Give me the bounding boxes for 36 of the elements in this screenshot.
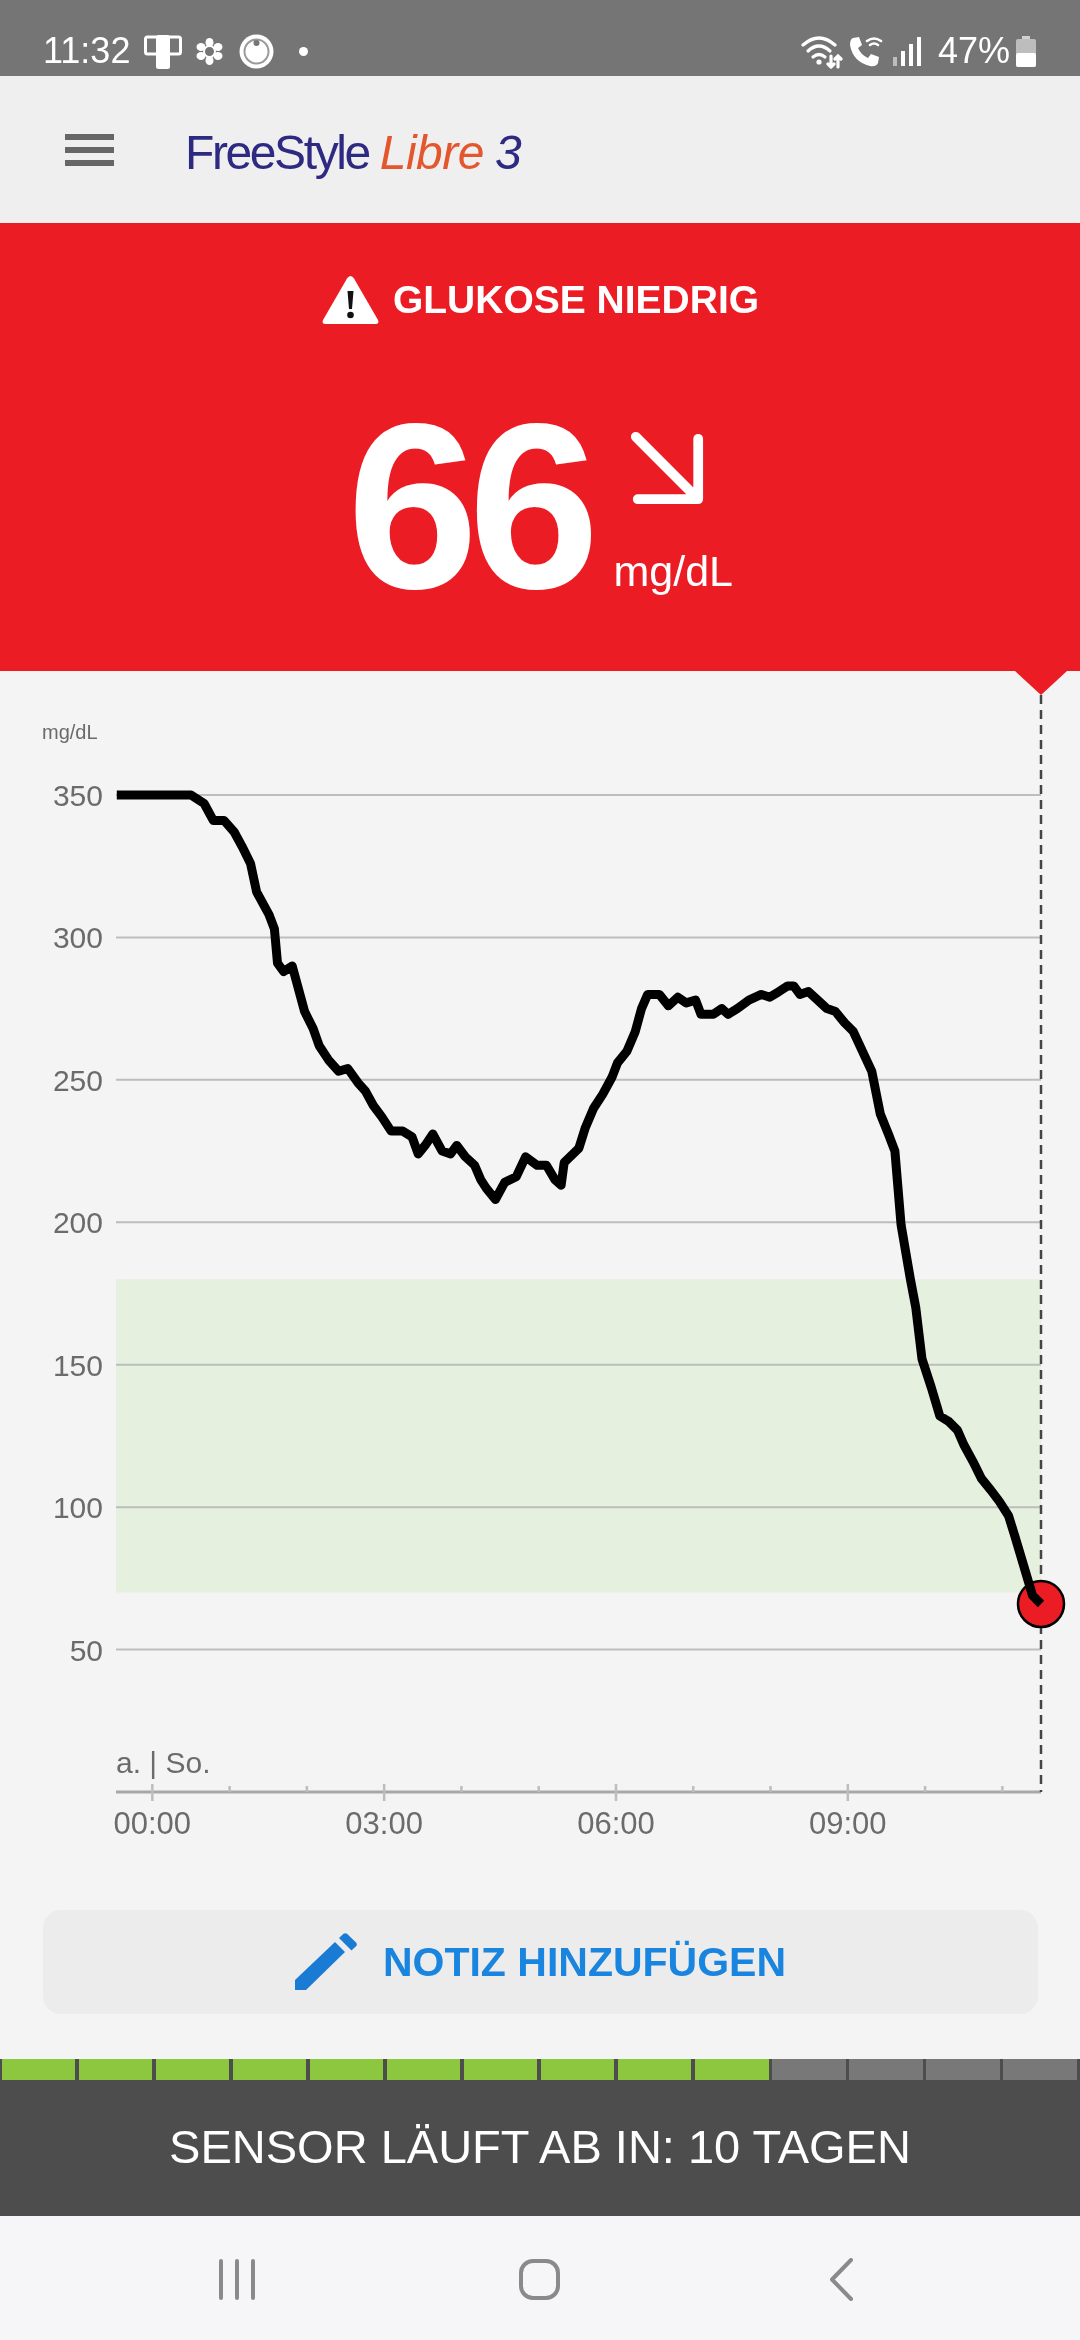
x-axis-label: 06:00 xyxy=(577,1806,655,1841)
alert-title: GLUKOSE NIEDRIG xyxy=(392,277,760,323)
signal-icon xyxy=(891,36,921,66)
add-note-button[interactable]: NOTIZ HINZUFÜGEN xyxy=(43,1910,1038,2014)
x-axis-label: 03:00 xyxy=(345,1806,423,1841)
app-logo: FreeStyle Libre 3 xyxy=(185,124,522,181)
sensor-expiry-text: SENSOR LÄUFT AB IN: 10 TAGEN xyxy=(169,2118,911,2175)
x-axis-label: 09:00 xyxy=(809,1806,887,1841)
status-time: 11:32 xyxy=(43,31,131,71)
pencil-icon xyxy=(294,1933,359,1991)
current-reading-marker xyxy=(1016,1579,1066,1629)
warning-icon xyxy=(320,274,380,326)
menu-icon[interactable] xyxy=(65,133,114,166)
x-axis-label: 00:00 xyxy=(113,1806,192,1841)
phone-screen-icon xyxy=(144,33,183,69)
glucose-value: 66 xyxy=(347,388,590,624)
knob-icon xyxy=(238,32,276,70)
wifi-icon xyxy=(799,33,843,69)
y-axis-label: 350 xyxy=(52,779,103,812)
glucose-unit: mg/dL xyxy=(613,546,733,596)
home-icon[interactable] xyxy=(518,2259,560,2300)
y-axis-label: 50 xyxy=(69,1633,103,1667)
battery-percent: 47% xyxy=(937,31,1010,71)
notification-dot-icon xyxy=(299,46,309,56)
wifi-call-icon xyxy=(847,34,883,68)
y-axis-title: mg/dL xyxy=(42,721,98,743)
y-axis-label: 200 xyxy=(52,1206,103,1240)
back-icon[interactable] xyxy=(828,2258,854,2301)
battery-icon xyxy=(1016,35,1036,67)
y-axis-label: 100 xyxy=(52,1491,103,1525)
y-axis-label: 300 xyxy=(52,921,103,955)
y-axis-label: 150 xyxy=(52,1348,103,1382)
date-label: a. | So. xyxy=(116,1746,211,1779)
flower-icon xyxy=(196,37,224,65)
y-axis-label: 250 xyxy=(52,1063,103,1097)
recent-apps-icon[interactable] xyxy=(218,2259,256,2300)
